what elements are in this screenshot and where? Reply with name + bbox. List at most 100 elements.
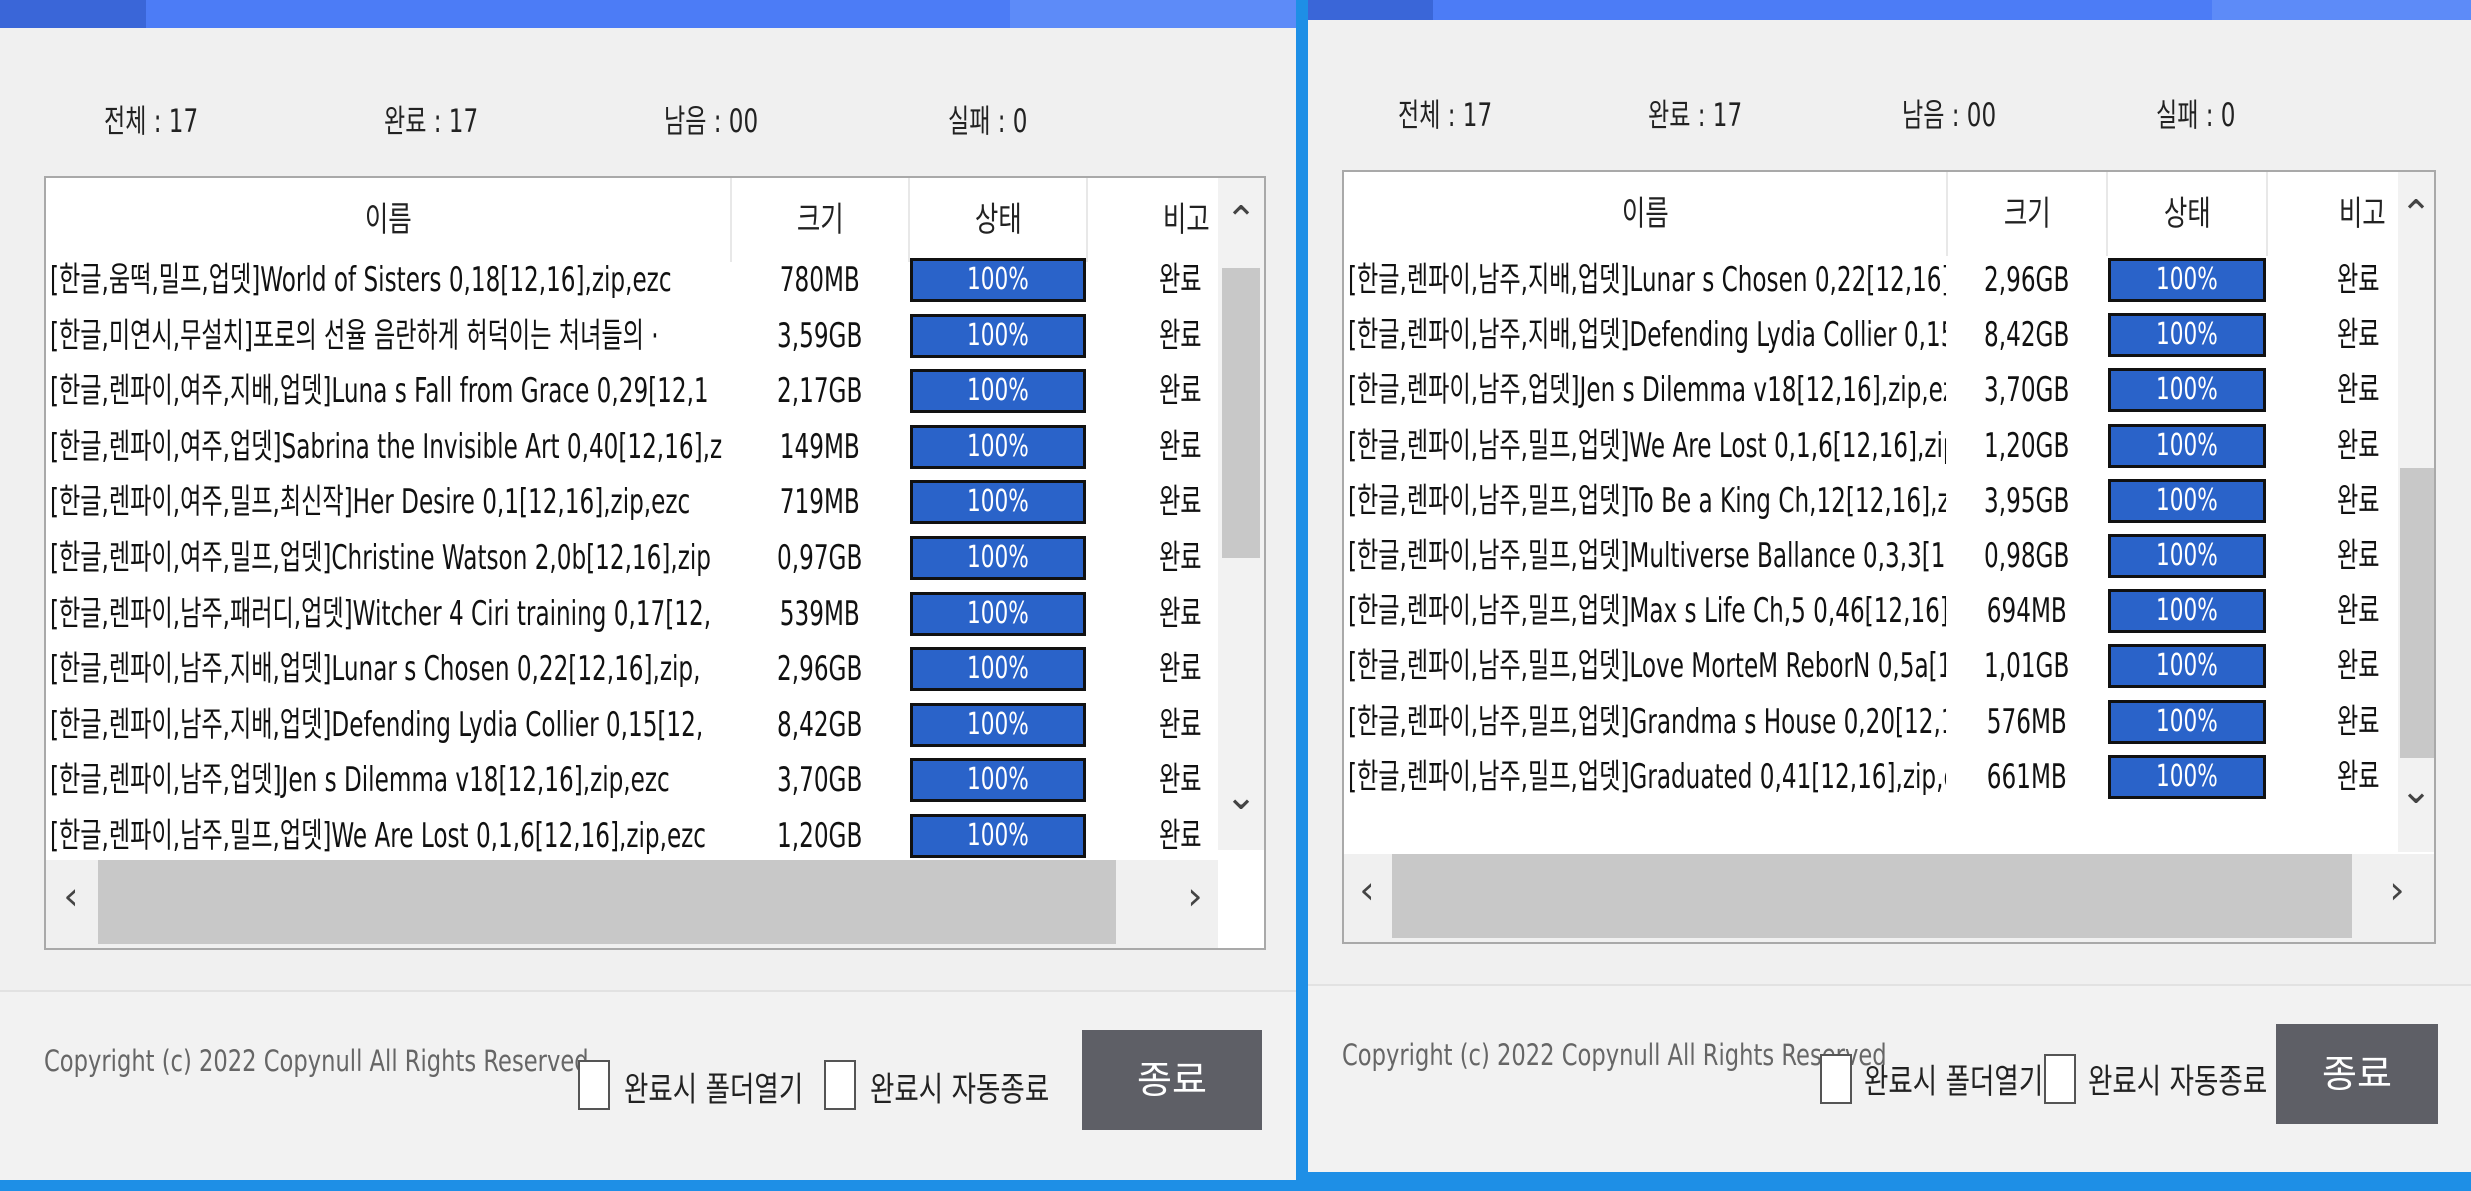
auto-exit-label[interactable]: 완료시 자동종료 <box>2088 1054 2267 1103</box>
file-row[interactable]: [한글,렌파이,남주,지배,업뎃]Lunar s Chosen 0,22[12,… <box>1344 252 2398 308</box>
file-row[interactable]: [한글,렌파이,남주,밀프,업뎃]We Are Lost 0,1,6[12,16… <box>1344 418 2398 474</box>
scroll-up-arrow-icon[interactable]: ⌃ <box>2398 192 2434 236</box>
file-row[interactable]: [한글,렌파이,남주,밀프,업뎃]Grandma s House 0,20[12… <box>1344 694 2398 750</box>
title-bar-highlight <box>1010 0 1296 28</box>
file-row[interactable]: [한글,렌파이,남주,업뎃]Jen s Dilemma v18[12,16],z… <box>46 752 1218 808</box>
auto-exit-label[interactable]: 완료시 자동종료 <box>870 1062 1049 1111</box>
scroll-left-arrow-icon[interactable]: ‹ <box>1344 868 1390 912</box>
progress-bar: 100% <box>910 424 1086 469</box>
file-name: [한글,렌파이,남주,업뎃]Jen s Dilemma v18[12,16],z… <box>50 760 670 801</box>
vertical-scroll-thumb[interactable] <box>2400 468 2434 758</box>
file-size: 576MB <box>1987 701 2067 742</box>
file-row[interactable]: [한글,렌파이,남주,밀프,업뎃]Love MorteM ReborN 0,5a… <box>1344 638 2398 694</box>
vertical-scrollbar[interactable]: ⌃ ⌄ <box>1218 178 1264 850</box>
file-row[interactable]: [한글,렌파이,남주,패러디,업뎃]Witcher 4 Ciri trainin… <box>46 586 1218 642</box>
file-row[interactable]: [한글,렌파이,여주,밀프,최신작]Her Desire 0,1[12,16],… <box>46 474 1218 530</box>
file-list[interactable]: 이름 크기 상태 비고 [한글,렌파이,남주,지배,업뎃]Lunar s Cho… <box>1342 170 2436 944</box>
progress-bar: 100% <box>910 536 1086 580</box>
horizontal-scrollbar[interactable]: ‹ › <box>46 860 1218 948</box>
file-row[interactable]: [한글,렌파이,남주,지배,업뎃]Defending Lydia Collier… <box>46 697 1218 753</box>
auto-exit-checkbox[interactable] <box>2044 1054 2076 1104</box>
file-row[interactable]: [한글,미연시,무설치]포로의 선율 음란하게 허덕이는 처녀들의 · 3,59G… <box>46 308 1218 364</box>
file-row[interactable]: [한글,렌파이,남주,지배,업뎃]Defending Lydia Collier… <box>1344 307 2398 363</box>
status-note: 완료 <box>2337 315 2380 356</box>
progress-bar: 100% <box>910 313 1086 358</box>
column-header-status[interactable]: 상태 <box>910 178 1086 262</box>
title-bar-accent <box>0 0 146 28</box>
file-row[interactable]: [한글,렌파이,여주,업뎃]Sabrina the Invisible Art … <box>46 419 1218 475</box>
scroll-right-arrow-icon[interactable]: › <box>2374 868 2420 912</box>
scroll-right-arrow-icon[interactable]: › <box>1170 874 1220 918</box>
file-row[interactable]: [한글,렌파이,남주,밀프,업뎃]To Be a King Ch,12[12,1… <box>1344 473 2398 529</box>
file-row[interactable]: [한글,렌파이,여주,밀프,업뎃]Christine Watson 2,0b[1… <box>46 530 1218 586</box>
exit-button[interactable]: 종료 <box>1082 1030 1262 1130</box>
status-note: 완료 <box>2337 480 2380 521</box>
file-row[interactable]: [한글,렌파이,남주,업뎃]Jen s Dilemma v18[12,16],z… <box>1344 362 2398 418</box>
file-name: [한글,렌파이,남주,밀프,업뎃]We Are Lost 0,1,6[12,16… <box>50 816 707 856</box>
file-row[interactable]: [한글,렌파이,남주,밀프,업뎃]Multiverse Ballance 0,3… <box>1344 528 2398 584</box>
open-folder-label[interactable]: 완료시 폴더열기 <box>624 1062 803 1111</box>
file-size: 1,01GB <box>1984 646 2070 687</box>
horizontal-scroll-thumb[interactable] <box>1392 854 2352 938</box>
progress-bar: 100% <box>2108 644 2266 689</box>
scroll-up-arrow-icon[interactable]: ⌃ <box>1218 198 1264 242</box>
column-header-size[interactable]: 크기 <box>1948 172 2106 256</box>
progress-bar: 100% <box>910 814 1086 858</box>
file-row[interactable]: [한글,렌파이,남주,밀프,업뎃]Graduated 0,41[12,16],z… <box>1344 749 2398 805</box>
vertical-scrollbar[interactable]: ⌃ ⌄ <box>2398 172 2434 852</box>
status-note: 완료 <box>1159 704 1202 745</box>
status-note: 완료 <box>2337 701 2380 742</box>
vertical-scroll-thumb[interactable] <box>1222 268 1260 558</box>
title-bar[interactable] <box>1308 0 2471 20</box>
open-folder-label[interactable]: 완료시 폴더열기 <box>1864 1054 2043 1103</box>
scroll-left-arrow-icon[interactable]: ‹ <box>46 874 96 918</box>
file-row[interactable]: [한글,렌파이,남주,밀프,업뎃]Max s Life Ch,5 0,46[12… <box>1344 583 2398 639</box>
open-folder-checkbox[interactable] <box>1820 1054 1852 1104</box>
scroll-down-arrow-icon[interactable]: ⌄ <box>1218 774 1264 818</box>
file-size: 1,20GB <box>1984 425 2070 466</box>
status-note: 완료 <box>2337 260 2380 300</box>
status-note: 완료 <box>1159 760 1202 801</box>
title-bar[interactable] <box>0 0 1296 28</box>
file-name: [한글,렌파이,남주,지배,업뎃]Defending Lydia Collier… <box>50 704 704 745</box>
column-header-status[interactable]: 상태 <box>2108 172 2266 256</box>
progress-bar: 100% <box>910 591 1086 636</box>
column-header-size[interactable]: 크기 <box>732 178 908 262</box>
status-note: 완료 <box>1159 315 1202 356</box>
column-header-name[interactable]: 이름 <box>1344 172 1946 256</box>
copyright-text: Copyright (c) 2022 Copynull All Rights R… <box>1342 1038 1887 1072</box>
open-folder-checkbox[interactable] <box>578 1060 610 1110</box>
file-name: [한글,렌파이,여주,업뎃]Sabrina the Invisible Art … <box>50 426 723 467</box>
horizontal-scroll-thumb[interactable] <box>98 860 1116 944</box>
file-row[interactable]: [한글,렌파이,남주,밀프,업뎃]We Are Lost 0,1,6[12,16… <box>46 808 1218 864</box>
column-header-note[interactable]: 비고 <box>1088 178 1218 262</box>
footer: Copyright (c) 2022 Copynull All Rights R… <box>0 990 1296 1180</box>
status-note: 완료 <box>1159 371 1202 412</box>
status-note: 완료 <box>1159 649 1202 690</box>
status-note: 완료 <box>1159 593 1202 634</box>
file-name: [한글,렌파이,남주,밀프,업뎃]To Be a King Ch,12[12,1… <box>1348 480 1946 521</box>
exit-button[interactable]: 종료 <box>2276 1024 2438 1124</box>
progress-bar: 100% <box>2108 534 2266 578</box>
file-row[interactable]: [한글,렌파이,남주,지배,업뎃]Lunar s Chosen 0,22[12,… <box>46 641 1218 697</box>
progress-bar: 100% <box>2108 368 2266 413</box>
file-row[interactable]: [한글,렌파이,여주,지배,업뎃]Luna s Fall from Grace … <box>46 363 1218 419</box>
file-size: 0,98GB <box>1984 536 2070 576</box>
scroll-down-arrow-icon[interactable]: ⌄ <box>2398 768 2434 812</box>
stat-total: 전체 : 17 <box>1398 96 1493 134</box>
stat-done: 완료 : 17 <box>384 102 479 140</box>
file-size: 780MB <box>780 260 860 300</box>
file-row[interactable]: [한글,움떡,밀프,업뎃]World of Sisters 0,18[12,16… <box>46 252 1218 308</box>
horizontal-scrollbar[interactable]: ‹ › <box>1344 854 2434 942</box>
auto-exit-checkbox[interactable] <box>824 1060 856 1110</box>
file-list[interactable]: 이름 크기 상태 비고 [한글,움떡,밀프,업뎃]World of Sister… <box>44 176 1266 950</box>
column-header-note[interactable]: 비고 <box>2268 172 2394 256</box>
column-header-name[interactable]: 이름 <box>46 178 730 262</box>
file-name: [한글,렌파이,남주,밀프,업뎃]Max s Life Ch,5 0,46[12… <box>1348 591 1946 632</box>
footer: Copyright (c) 2022 Copynull All Rights R… <box>1308 984 2471 1172</box>
status-note: 완료 <box>2337 536 2380 576</box>
file-size: 539MB <box>780 593 860 634</box>
file-size: 2,96GB <box>777 649 863 690</box>
status-note: 완료 <box>2337 756 2380 797</box>
status-note: 완료 <box>2337 425 2380 466</box>
